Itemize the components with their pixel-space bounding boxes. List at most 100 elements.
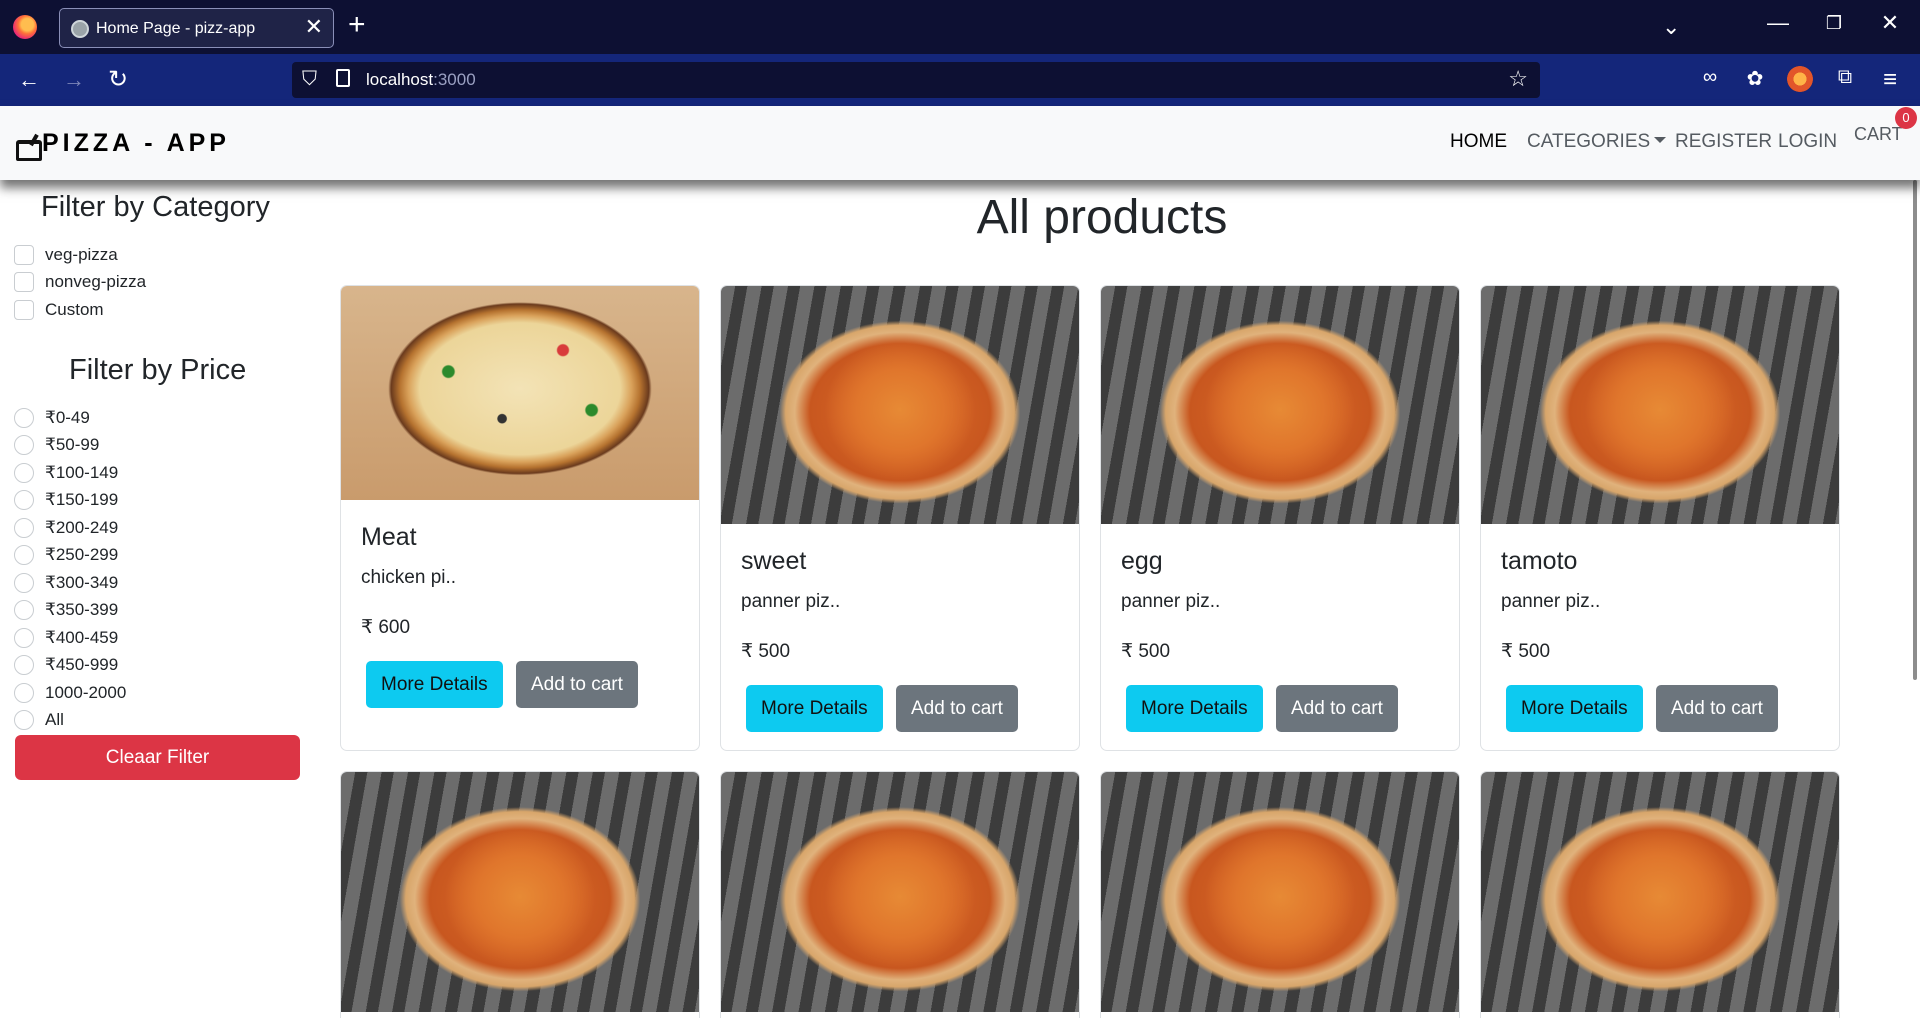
nav-login[interactable]: LOGIN (1778, 131, 1837, 153)
price-option[interactable]: ₹200-249 (14, 516, 118, 540)
price-option[interactable]: ₹350-399 (14, 598, 118, 622)
radio[interactable] (14, 600, 34, 620)
checkbox[interactable] (14, 300, 34, 320)
more-details-button[interactable]: More Details (1126, 685, 1263, 732)
radio[interactable] (14, 655, 34, 675)
browser-tab[interactable]: Home Page - pizz-app ✕ (59, 8, 334, 48)
minimize-icon[interactable]: — (1758, 10, 1798, 36)
product-card (1480, 771, 1840, 1018)
category-filter-title: Filter by Category (41, 191, 270, 223)
price-label: ₹450-999 (45, 655, 119, 674)
price-label: ₹200-249 (45, 518, 119, 537)
radio[interactable] (14, 463, 34, 483)
bookmark-star-icon[interactable]: ☆ (1508, 66, 1528, 92)
url-bar[interactable]: ⛉ localhost:3000 ☆ (292, 62, 1540, 98)
firefox-icon (13, 15, 37, 39)
product-price: ₹ 500 (1121, 641, 1171, 662)
pizza-cart-icon (14, 134, 42, 161)
product-card: tamoto panner piz.. ₹ 500 More Details A… (1480, 285, 1840, 751)
price-option[interactable]: All (14, 708, 64, 732)
price-option[interactable]: ₹300-349 (14, 571, 118, 595)
price-filter-title: Filter by Price (69, 354, 247, 386)
url-text: localhost:3000 (366, 70, 476, 89)
page-title: All products (976, 191, 1228, 244)
window-close-icon[interactable]: ✕ (1870, 10, 1910, 36)
nav-cart[interactable]: CART (1854, 124, 1903, 145)
product-description: panner piz.. (1121, 591, 1221, 612)
product-image (1101, 772, 1459, 1012)
category-option[interactable]: Custom (14, 298, 104, 322)
new-tab-icon[interactable]: + (348, 8, 366, 42)
price-label: ₹300-349 (45, 573, 119, 592)
product-image (721, 286, 1079, 524)
back-icon[interactable]: ← (18, 67, 40, 93)
price-label: 1000-2000 (45, 683, 127, 702)
product-card: Meat chicken pi.. ₹ 600 More Details Add… (340, 285, 700, 751)
add-to-cart-button[interactable]: Add to cart (896, 685, 1018, 732)
product-name: tamoto (1501, 547, 1578, 575)
radio[interactable] (14, 408, 34, 428)
price-option[interactable]: ₹50-99 (14, 433, 99, 457)
price-option[interactable]: ₹100-149 (14, 461, 118, 485)
brand[interactable]: PIZZA - APP (14, 128, 230, 161)
product-card: sweet panner piz.. ₹ 500 More Details Ad… (720, 285, 1080, 751)
price-label: ₹250-299 (45, 545, 119, 564)
radio[interactable] (14, 710, 34, 730)
add-to-cart-button[interactable]: Add to cart (516, 661, 638, 708)
radio[interactable] (14, 545, 34, 565)
product-image (341, 286, 699, 500)
checkbox[interactable] (14, 272, 34, 292)
more-details-button[interactable]: More Details (366, 661, 503, 708)
price-label: ₹400-459 (45, 628, 119, 647)
nav-register[interactable]: REGISTER (1675, 131, 1772, 153)
radio[interactable] (14, 628, 34, 648)
add-to-cart-button[interactable]: Add to cart (1656, 685, 1778, 732)
price-option[interactable]: ₹150-199 (14, 488, 118, 512)
mask-icon[interactable]: ∞ (1697, 66, 1723, 92)
price-option[interactable]: ₹450-999 (14, 653, 118, 677)
category-option[interactable]: veg-pizza (14, 243, 118, 267)
product-image (1101, 286, 1459, 524)
product-description: panner piz.. (1501, 591, 1601, 612)
price-option[interactable]: ₹0-49 (14, 406, 90, 430)
price-option[interactable]: ₹400-459 (14, 626, 118, 650)
nav-home[interactable]: HOME (1450, 131, 1507, 153)
category-option[interactable]: nonveg-pizza (14, 270, 146, 294)
product-description: chicken pi.. (361, 567, 457, 588)
cart-count-badge: 0 (1895, 107, 1917, 129)
price-label: ₹100-149 (45, 463, 119, 482)
more-details-button[interactable]: More Details (746, 685, 883, 732)
more-details-button[interactable]: More Details (1506, 685, 1643, 732)
radio[interactable] (14, 490, 34, 510)
clear-filter-button[interactable]: Cleaar Filter (15, 735, 300, 780)
forward-icon[interactable]: → (63, 67, 85, 93)
product-image (341, 772, 699, 1012)
category-label: nonveg-pizza (45, 272, 147, 291)
product-card (720, 771, 1080, 1018)
nav-categories[interactable]: CATEGORIES (1527, 131, 1667, 153)
tab-title: Home Page - pizz-app (96, 20, 256, 37)
price-option[interactable]: ₹250-299 (14, 543, 118, 567)
puzzle-icon[interactable]: ⧉ (1832, 66, 1858, 92)
menu-icon[interactable]: ≡ (1877, 66, 1903, 93)
brand-text: PIZZA - APP (42, 128, 230, 157)
browser-toolbar: ← → ↻ ⛉ localhost:3000 ☆ ∞ ✿ ⧉ ≡ (0, 54, 1920, 106)
nav-categories-label: CATEGORIES (1527, 131, 1651, 152)
checkbox[interactable] (14, 245, 34, 265)
radio[interactable] (14, 518, 34, 538)
app-navbar: PIZZA - APP HOME CATEGORIES REGISTER LOG… (0, 106, 1920, 180)
reload-icon[interactable]: ↻ (108, 67, 128, 93)
add-to-cart-button[interactable]: Add to cart (1276, 685, 1398, 732)
page-scrollbar[interactable] (1913, 180, 1917, 680)
cookie-icon[interactable]: ✿ (1742, 66, 1768, 92)
price-option[interactable]: 1000-2000 (14, 681, 126, 705)
radio[interactable] (14, 683, 34, 703)
radio[interactable] (14, 573, 34, 593)
fox-extension-icon[interactable] (1787, 66, 1813, 92)
product-card (340, 771, 700, 1018)
list-tabs-icon[interactable]: ⌄ (1662, 14, 1680, 40)
tab-close-icon[interactable]: ✕ (305, 15, 323, 39)
radio[interactable] (14, 435, 34, 455)
product-name: sweet (741, 547, 807, 575)
restore-icon[interactable]: ❐ (1814, 13, 1854, 34)
